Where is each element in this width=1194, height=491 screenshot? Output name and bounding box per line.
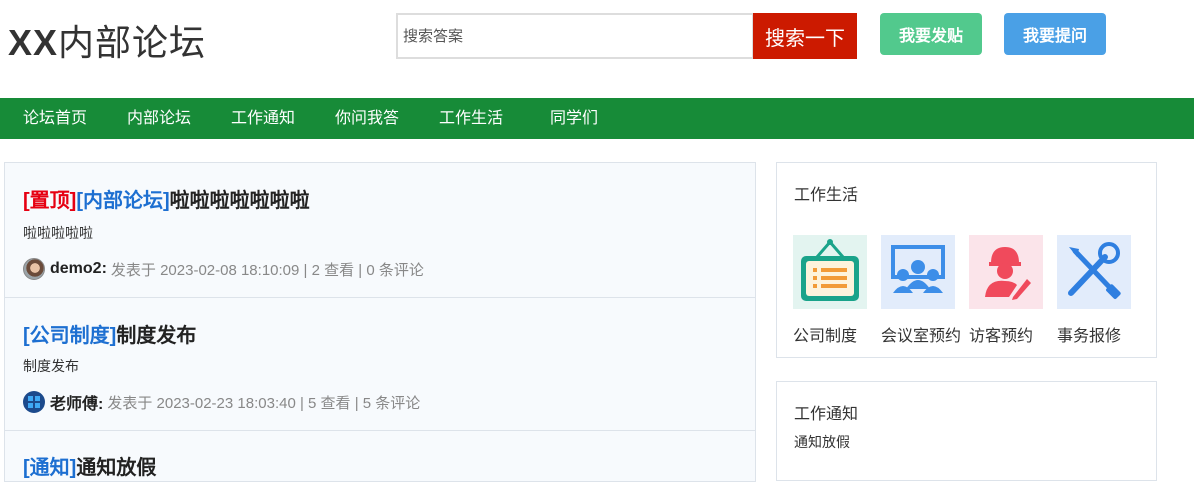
nav-item-notices[interactable]: 工作通知 [231, 98, 295, 139]
post-author[interactable]: demo2: [50, 260, 107, 278]
nav-item-qa[interactable]: 你问我答 [335, 98, 399, 139]
list-item: [置顶][内部论坛]啦啦啦啦啦啦啦 啦啦啦啦啦 demo2: 发表于 2023-… [5, 163, 755, 298]
panel-title: 工作生活 [794, 187, 859, 204]
post-list: [置顶][内部论坛]啦啦啦啦啦啦啦 啦啦啦啦啦 demo2: 发表于 2023-… [4, 162, 756, 482]
post-title-text: 啦啦啦啦啦啦啦 [169, 190, 310, 212]
repair-tools-icon [1057, 235, 1131, 309]
header: XX内部论坛 搜索一下 我要发贴 我要提问 [0, 0, 1194, 98]
post-excerpt: 制度发布 [23, 358, 79, 374]
service-meeting-room[interactable] [881, 235, 955, 309]
logo-suffix: 内部论坛 [58, 22, 207, 63]
avatar[interactable] [23, 258, 45, 280]
panel-title: 工作通知 [794, 406, 859, 423]
service-label[interactable]: 会议室预约 [881, 322, 961, 346]
post-excerpt: 啦啦啦啦啦 [23, 225, 93, 241]
post-title[interactable]: [公司制度]制度发布 [23, 319, 196, 348]
nav-item-forum[interactable]: 内部论坛 [127, 98, 191, 139]
list-item: [通知]通知放假 [5, 431, 755, 491]
category-tag[interactable]: [公司制度] [23, 325, 116, 347]
work-life-panel: 工作生活 公司制度 会议室预约 访客预约 事务报修 [776, 162, 1157, 358]
logo-prefix: XX [8, 22, 59, 63]
service-label[interactable]: 事务报修 [1057, 322, 1121, 346]
service-visitor-booking[interactable] [969, 235, 1043, 309]
search-button[interactable]: 搜索一下 [753, 13, 857, 59]
post-meta: demo2: 发表于 2023-02-08 18:10:09 | 2 查看 | … [23, 257, 424, 281]
notice-item[interactable]: 通知放假 [794, 432, 850, 452]
category-tag[interactable]: [内部论坛] [76, 190, 169, 212]
post-author[interactable]: 老师傅: [50, 390, 103, 414]
meeting-room-icon [881, 235, 955, 309]
ask-question-button[interactable]: 我要提问 [1004, 13, 1106, 55]
pinned-tag: [置顶] [23, 190, 77, 212]
work-notice-panel: 工作通知 通知放假 [776, 381, 1157, 481]
post-title-text: 制度发布 [116, 325, 197, 347]
post-title-text: 通知放假 [76, 457, 157, 479]
service-company-rules[interactable] [793, 235, 867, 309]
nav-item-home[interactable]: 论坛首页 [23, 98, 87, 139]
site-logo[interactable]: XX内部论坛 [8, 14, 206, 66]
post-meta: 老师傅: 发表于 2023-02-23 18:03:40 | 5 查看 | 5 … [23, 390, 420, 414]
list-item: [公司制度]制度发布 制度发布 老师傅: 发表于 2023-02-23 18:0… [5, 298, 755, 431]
service-label[interactable]: 访客预约 [969, 322, 1033, 346]
avatar[interactable] [23, 391, 45, 413]
category-tag[interactable]: [通知] [23, 457, 76, 479]
post-stats: 发表于 2023-02-23 18:03:40 | 5 查看 | 5 条评论 [107, 394, 421, 412]
visitor-icon [969, 235, 1043, 309]
service-repair[interactable] [1057, 235, 1131, 309]
post-title[interactable]: [通知]通知放假 [23, 451, 156, 480]
main-nav: 论坛首页 内部论坛 工作通知 你问我答 工作生活 同学们 [0, 98, 1194, 139]
search-input[interactable] [396, 13, 754, 59]
new-post-button[interactable]: 我要发贴 [880, 13, 982, 55]
post-stats: 发表于 2023-02-08 18:10:09 | 2 查看 | 0 条评论 [110, 261, 424, 279]
notice-board-icon [793, 235, 867, 309]
nav-item-classmates[interactable]: 同学们 [550, 98, 598, 139]
service-label[interactable]: 公司制度 [793, 322, 857, 346]
nav-item-work-life[interactable]: 工作生活 [439, 98, 503, 139]
post-title[interactable]: [置顶][内部论坛]啦啦啦啦啦啦啦 [23, 184, 310, 213]
